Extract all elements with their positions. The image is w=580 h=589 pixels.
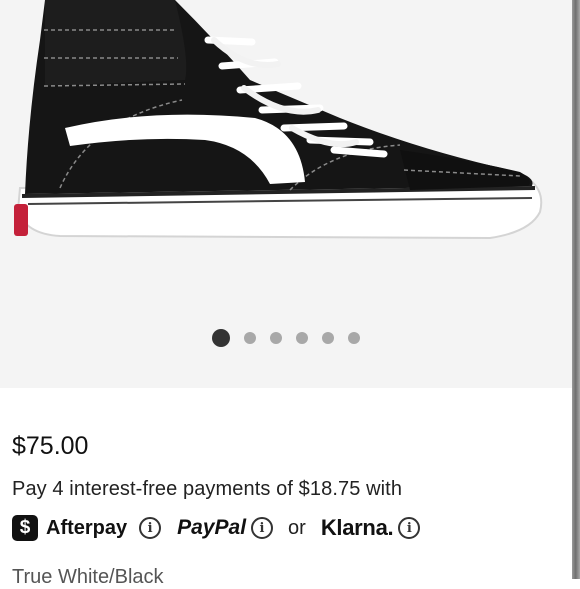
or-text: or (288, 516, 306, 539)
carousel-dot[interactable] (322, 332, 334, 344)
carousel-dot[interactable] (212, 329, 230, 347)
carousel-dot[interactable] (348, 332, 360, 344)
carousel-dot[interactable] (244, 332, 256, 344)
product-info: $75.00 Pay 4 interest-free payments of $… (0, 388, 572, 588)
device-edge (572, 0, 580, 579)
carousel-dot[interactable] (296, 332, 308, 344)
paypal-info-icon[interactable]: i (251, 517, 274, 539)
carousel-dots (0, 329, 572, 347)
carousel-dot[interactable] (270, 332, 282, 344)
klarna-info-icon[interactable]: i (398, 517, 421, 539)
product-color-name: True White/Black (12, 566, 164, 588)
klarna-label: Klarna. (320, 515, 394, 540)
product-price: $75.00 (12, 432, 89, 460)
installment-text: Pay 4 interest-free payments of $18.75 w… (12, 478, 403, 500)
afterpay-info-icon[interactable]: i (139, 517, 162, 539)
afterpay-icon: $ (12, 515, 38, 541)
product-image-gallery[interactable] (0, 0, 572, 388)
product-image (14, 0, 543, 240)
payment-providers: $ Afterpay i PayPal i or Klarna. i (12, 513, 421, 543)
paypal-label: PayPal (177, 516, 247, 539)
product-page: $75.00 Pay 4 interest-free payments of $… (0, 0, 572, 588)
afterpay-label: Afterpay (46, 516, 128, 539)
